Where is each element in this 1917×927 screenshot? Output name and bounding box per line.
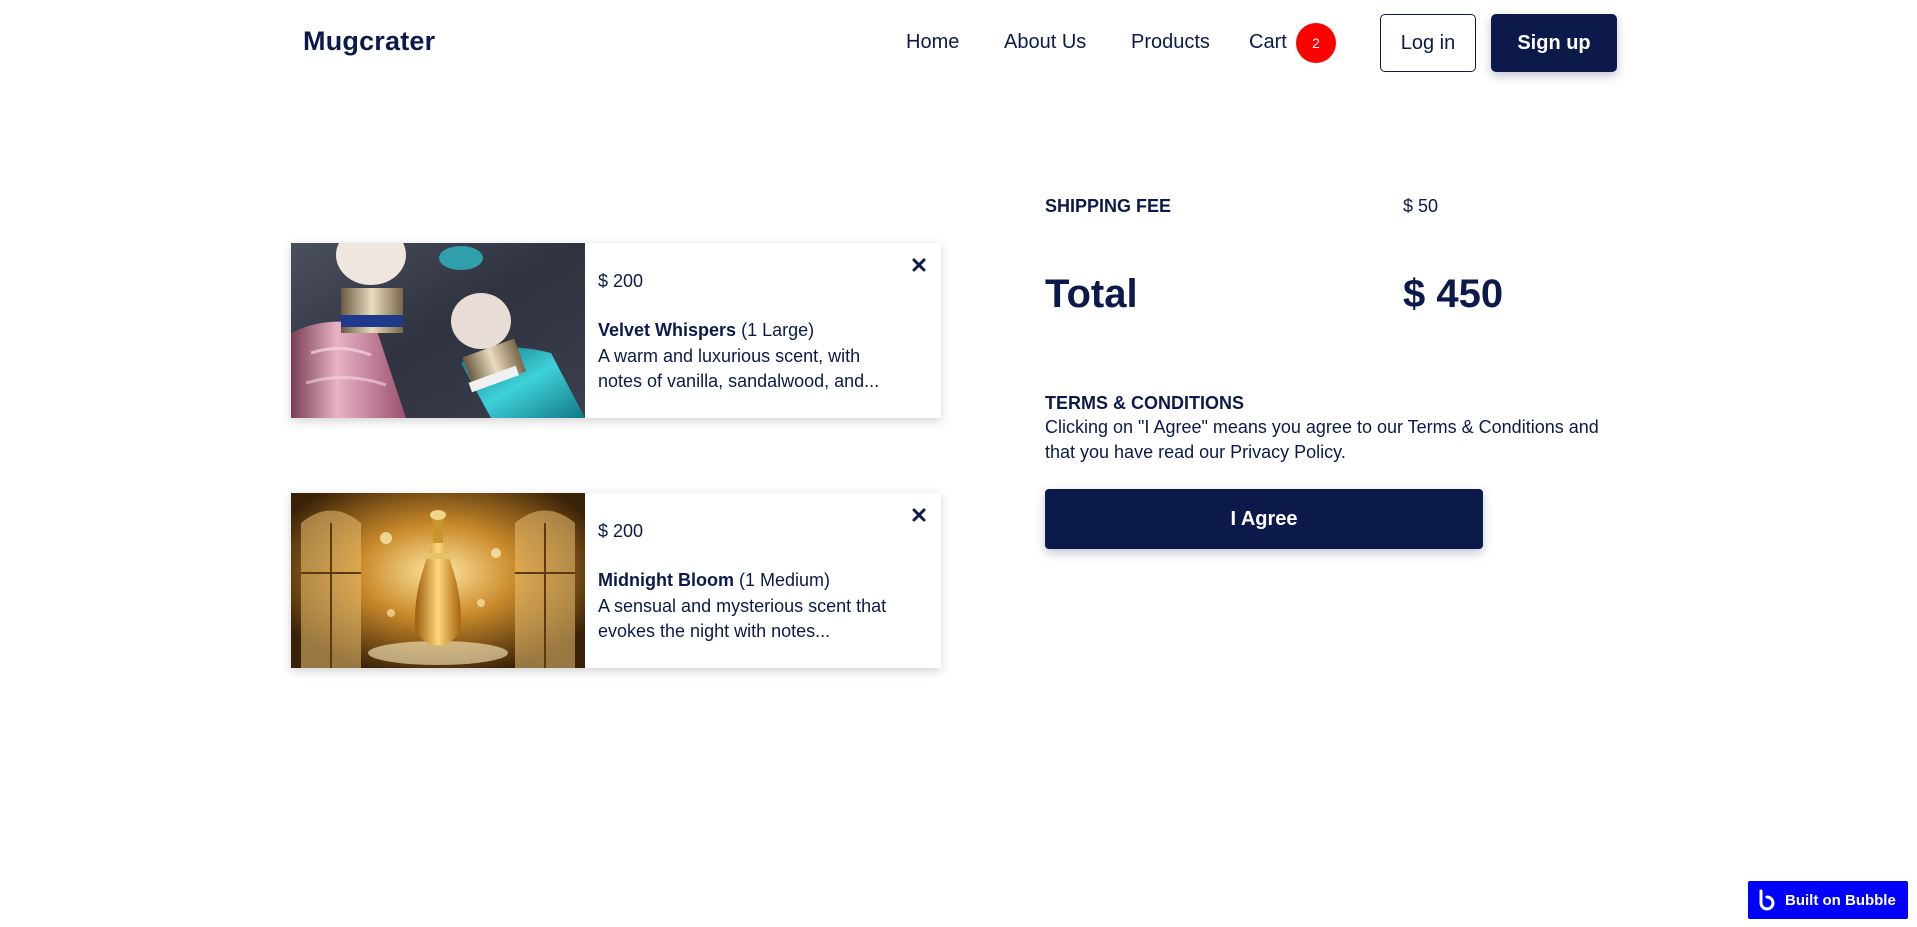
- item-description: A sensual and mysterious scent that evok…: [598, 596, 887, 641]
- remove-item-button[interactable]: [909, 505, 929, 525]
- cart-item-details: $ 200 Velvet Whispers (1 Large) A warm a…: [598, 243, 898, 418]
- item-name: Midnight Bloom: [598, 570, 734, 590]
- item-price: $ 200: [598, 521, 644, 541]
- close-icon: [912, 258, 926, 272]
- terms-text: Clicking on "I Agree" means you agree to…: [1045, 417, 1599, 462]
- product-image: [291, 243, 585, 418]
- remove-item-button[interactable]: [909, 255, 929, 275]
- total-label: Total: [1045, 272, 1138, 316]
- shipping-fee-value: $ 50: [1403, 196, 1439, 216]
- item-name: Velvet Whispers: [598, 320, 737, 340]
- cart-count-badge: 2: [1296, 23, 1336, 63]
- nav-products[interactable]: Products: [1131, 31, 1210, 54]
- item-variant: (1 Large): [741, 320, 815, 340]
- item-variant: (1 Medium): [738, 570, 831, 590]
- total-value: $ 450: [1403, 272, 1504, 316]
- nav-home[interactable]: Home: [906, 31, 959, 54]
- shipping-fee-label: SHIPPING FEE: [1045, 196, 1172, 216]
- cart-item: $ 200 Velvet Whispers (1 Large) A warm a…: [291, 243, 941, 418]
- item-title: Velvet Whispers (1 Large): [598, 320, 814, 341]
- signup-button[interactable]: Sign up: [1491, 14, 1617, 72]
- item-title: Midnight Bloom (1 Medium): [598, 570, 830, 591]
- item-description: A warm and luxurious scent, with notes o…: [598, 346, 880, 391]
- brand-logo[interactable]: Mugcrater: [303, 26, 435, 57]
- product-image: [291, 493, 585, 668]
- i-agree-button[interactable]: I Agree: [1045, 489, 1483, 549]
- item-price: $ 200: [598, 271, 644, 291]
- bubble-logo-icon: [1759, 889, 1775, 911]
- cart-item: $ 200 Midnight Bloom (1 Medium) A sensua…: [291, 493, 941, 668]
- login-button[interactable]: Log in: [1380, 14, 1476, 72]
- cart-item-details: $ 200 Midnight Bloom (1 Medium) A sensua…: [598, 493, 898, 668]
- nav-about-us[interactable]: About Us: [1004, 31, 1086, 54]
- nav-cart[interactable]: Cart: [1249, 31, 1287, 54]
- site-header: Mugcrater Home About Us Products Cart 2 …: [0, 0, 1917, 86]
- built-on-bubble-badge[interactable]: Built on Bubble: [1748, 881, 1908, 919]
- badge-label: Built on Bubble: [1785, 891, 1896, 909]
- close-icon: [912, 508, 926, 522]
- terms-title: TERMS & CONDITIONS: [1045, 393, 1245, 413]
